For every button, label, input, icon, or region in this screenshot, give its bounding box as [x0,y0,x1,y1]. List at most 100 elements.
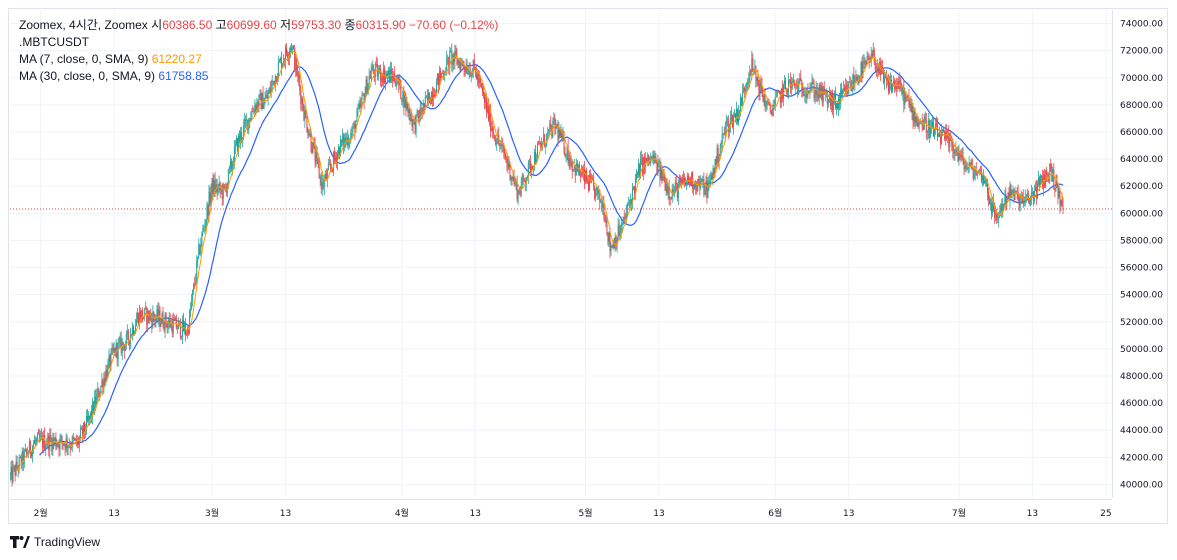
candle-body [637,173,639,175]
candle-body [1013,190,1015,200]
candle-body [132,326,134,335]
candle-body [211,178,213,192]
candle-body [656,162,658,175]
candle-body [564,152,566,157]
candle-body [127,330,129,340]
time-tick-label: 25 [1100,509,1111,519]
candle-body [43,434,45,448]
candle-body [863,60,865,62]
ma7-label[interactable]: MA (7, close, 0, SMA, 9) [19,52,148,66]
candle-body [638,165,640,175]
candle-body [833,94,835,98]
candle-body [671,188,673,200]
candle-body [24,449,26,452]
time-axis[interactable]: 2월 13 3월 13 4월 13 5월 13 6월 13 7월 13 25 [10,499,1112,524]
chart-frame[interactable]: 40000.00 42000.00 44000.00 46000.00 48000.00… [8,8,1168,524]
candle-body [1038,177,1040,183]
candle-body [122,342,124,346]
candle-body [1025,196,1027,198]
candle-body [841,90,843,95]
legend-ohlc-row[interactable]: Zoomex, 4시간, Zoomex 시60386.50 고60699.60 … [19,17,498,34]
candle-body [53,438,55,442]
candle-body [54,437,56,442]
legend-ma30-row[interactable]: MA (30, close, 0, SMA, 9) 61758.85 [19,68,498,85]
time-tick-label: 2월 [34,507,48,519]
price-axis[interactable]: 40000.00 42000.00 44000.00 46000.00 48000.00… [1112,10,1168,498]
candle-body [610,246,612,252]
candle-body [265,95,267,98]
symbol-description[interactable]: Zoomex, 4시간, Zoomex [19,18,148,32]
candle-body [1023,202,1025,204]
candle-body [742,91,744,106]
price-tick-label: 74000.00 [1120,20,1163,30]
candle-body [104,377,106,383]
candle-body [199,244,201,254]
candle-body [984,180,986,183]
candle-body [995,213,997,219]
candle-body [334,157,336,159]
candle-body [684,182,686,185]
candle-body [433,94,435,97]
candle-body [514,182,516,185]
candle-body [925,120,927,133]
candle-body [98,388,100,398]
candle-body [113,347,115,351]
candle-body [698,179,700,182]
candle-body [507,163,509,168]
candle-body [45,446,47,450]
candle-body [877,67,879,74]
candle-body [989,198,991,205]
candle-body [255,104,257,111]
candle-body [550,123,552,128]
candle-body [860,62,862,77]
candle-body [720,143,722,149]
candle-body [901,87,903,94]
candle-body [1031,192,1033,193]
candle-body [983,180,985,184]
candle-body [1041,175,1043,178]
candle-body [592,177,594,180]
candle-body [521,175,523,186]
candle-body [739,110,741,113]
candle-body [691,172,693,186]
candle-body [70,447,72,449]
price-tick-label: 48000.00 [1120,372,1163,382]
candle-body [759,79,761,95]
candle-body [483,94,485,103]
candle-body [990,203,992,205]
tradingview-branding[interactable]: TradingView [10,535,100,549]
candle-body [12,467,14,481]
candle-body [269,88,271,93]
candle-body [918,123,920,127]
candle-body [620,224,622,233]
candle-body [757,77,759,86]
candle-body [81,428,83,436]
candle-body [815,87,817,96]
legend-ma7-row[interactable]: MA (7, close, 0, SMA, 9) 61220.27 [19,51,498,68]
candle-body [58,443,60,449]
candle-body [131,326,133,336]
candle-body [300,90,302,104]
candle-body [193,283,195,291]
candle-body [808,91,810,93]
candle-body [1000,203,1002,211]
candle-body [429,102,431,104]
candle-body [537,143,539,160]
candle-body [679,179,681,183]
candle-body [700,178,702,188]
candle-body [227,169,229,184]
candle-body [693,188,695,190]
candle-body [247,119,249,130]
candle-body [1047,174,1049,176]
candle-body [38,433,40,435]
candle-body [587,180,589,182]
candle-body [266,95,268,99]
candle-body [546,133,548,146]
candle-body [719,148,721,157]
candle-body [217,187,219,192]
candle-body [892,83,894,92]
ma30-label[interactable]: MA (30, close, 0, SMA, 9) [19,69,155,83]
candle-body [765,104,767,108]
candle-body [249,118,251,122]
candle-body [311,148,313,153]
